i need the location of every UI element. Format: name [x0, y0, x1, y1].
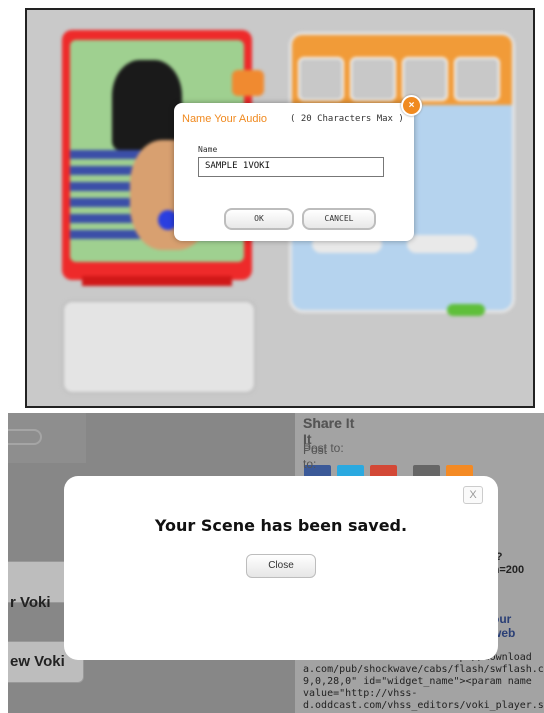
left-top-pill: [8, 429, 42, 445]
name-audio-dialog: Name Your Audio ( 20 Characters Max ) × …: [174, 95, 422, 241]
character-bottom-bar: [82, 276, 232, 286]
badge-icon: [232, 70, 264, 96]
voki-button-2-label: ew Voki: [10, 653, 65, 670]
saved-message: Your Scene has been saved.: [154, 516, 408, 535]
voki-editor-panel: Name Your Audio ( 20 Characters Max ) × …: [25, 8, 535, 408]
post-to-text: Post to:: [303, 443, 328, 471]
character-hat: [112, 60, 182, 150]
cancel-button[interactable]: CANCEL: [302, 208, 376, 230]
close-button[interactable]: Close: [246, 554, 316, 578]
background-selector-panel: [62, 300, 256, 394]
text-to-speech-icon[interactable]: [350, 57, 396, 101]
ok-button[interactable]: OK: [224, 208, 294, 230]
folder-icon[interactable]: [454, 57, 500, 101]
audio-tools-header: [292, 35, 512, 105]
scene-saved-dialog: X Your Scene has been saved. Close: [64, 476, 498, 660]
audio-name-input[interactable]: SAMPLE 1VOKI: [198, 157, 384, 177]
close-icon[interactable]: X: [463, 486, 483, 504]
dialog-title: Name Your Audio: [182, 113, 268, 125]
blurred-button: [407, 235, 477, 253]
phone-icon[interactable]: [298, 57, 344, 101]
name-label: Name: [198, 145, 218, 154]
blurred-save-button: [447, 304, 485, 316]
voki-button-1-label: r Voki: [10, 594, 51, 611]
close-icon[interactable]: ×: [401, 95, 422, 116]
character-limit-note: ( 20 Characters Max ): [290, 114, 404, 124]
